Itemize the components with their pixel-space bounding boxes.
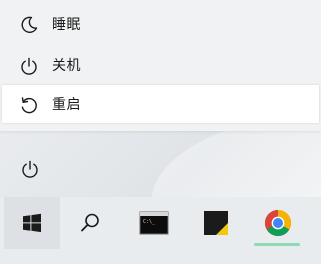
terminal-icon: C:\_ [139, 211, 169, 235]
search-icon [81, 213, 99, 232]
menu-item-label: 关机 [52, 58, 81, 74]
chrome-icon [264, 209, 292, 237]
menu-item-label: 重启 [52, 97, 81, 113]
chrome-app-button[interactable] [252, 197, 304, 249]
restart-icon [18, 94, 40, 116]
menu-item-restart[interactable]: 重启 [2, 85, 319, 123]
active-app-indicator [254, 243, 300, 246]
taskbar: C:\_ [0, 197, 321, 249]
power-icon [22, 160, 38, 178]
menu-item-shutdown[interactable]: 关机 [0, 46, 321, 84]
start-button[interactable] [4, 197, 60, 249]
start-power-button[interactable] [18, 157, 42, 181]
menu-item-label: 睡眠 [52, 17, 81, 33]
menu-item-sleep[interactable]: 睡眠 [0, 5, 321, 43]
windows-logo-icon [23, 213, 41, 233]
terminal-app-button[interactable]: C:\_ [128, 197, 180, 249]
power-menu: 睡眠 关机 重启 [0, 0, 321, 131]
svg-text:C:\_: C:\_ [143, 219, 156, 225]
power-icon [18, 55, 40, 77]
sticky-notes-app-button[interactable] [190, 197, 242, 249]
search-button[interactable] [64, 197, 116, 249]
sticky-notes-icon [204, 211, 228, 235]
moon-icon [18, 14, 40, 36]
